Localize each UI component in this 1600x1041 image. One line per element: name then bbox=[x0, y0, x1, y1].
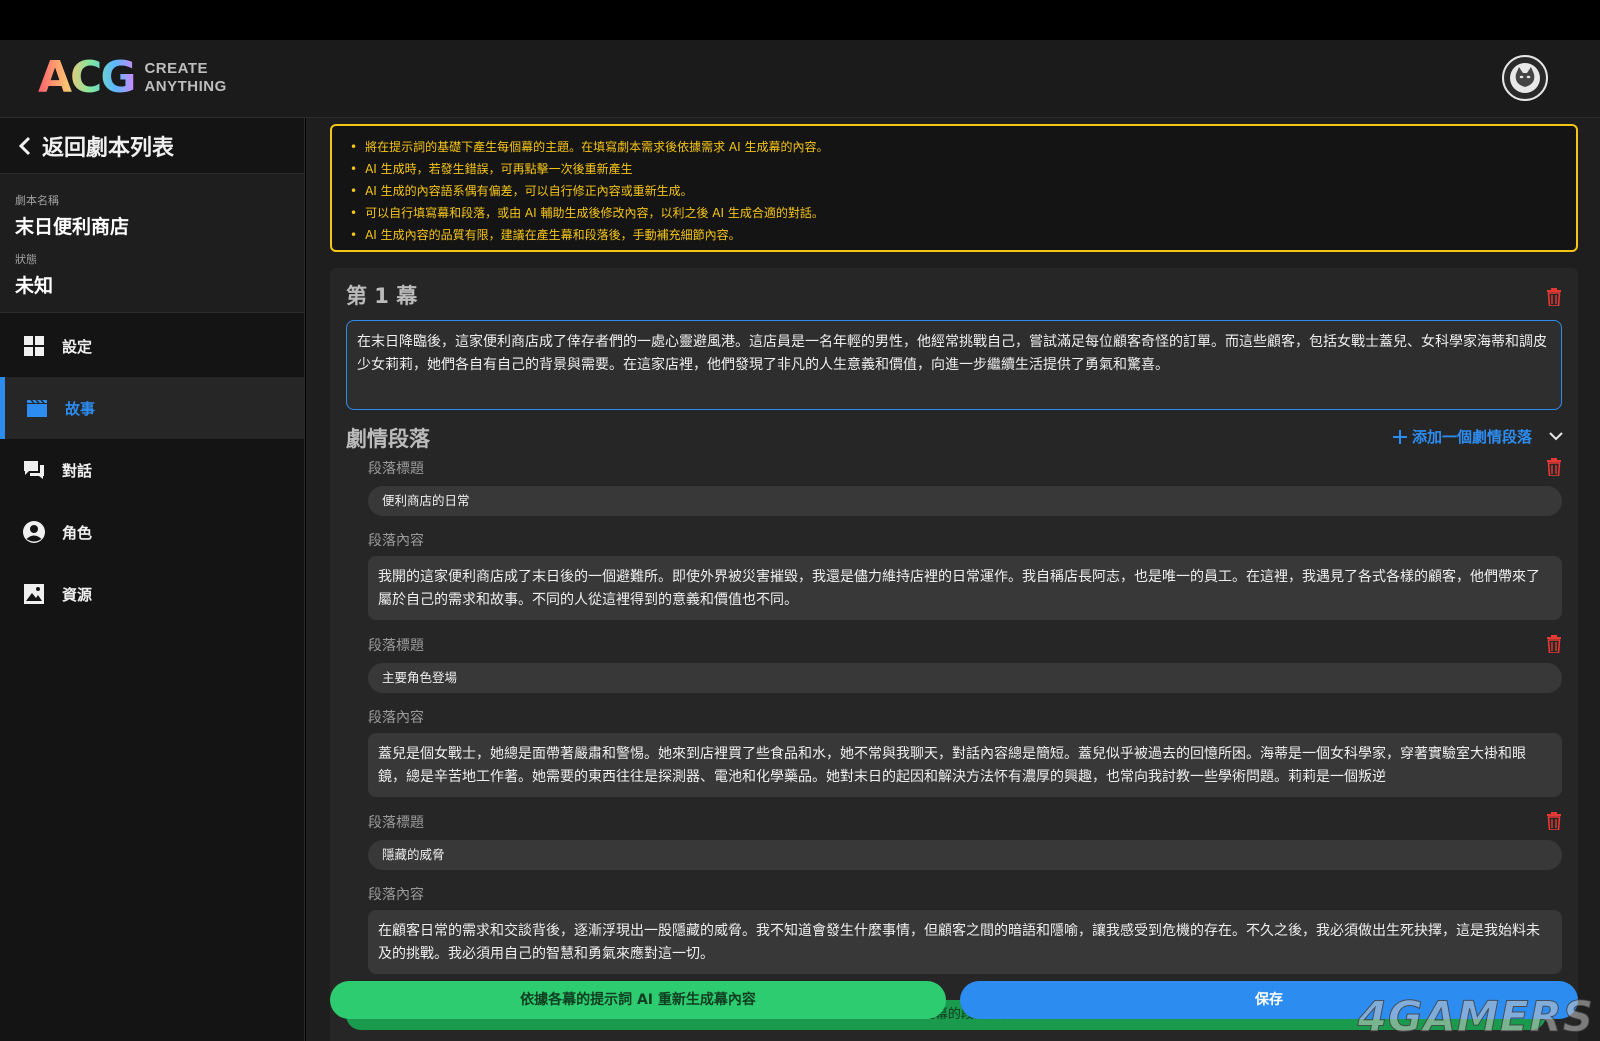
ai-notice-box: 將在提示詞的基礎下產生每個幕的主題。在填寫劇本需求後依據需求 AI 生成幕的內容… bbox=[330, 124, 1578, 252]
notice-item: AI 生成的內容語系偶有偏差，可以自行修正內容或重新生成。 bbox=[350, 180, 1558, 202]
logo-line1: CREATE bbox=[144, 60, 209, 77]
paragraph-title-input[interactable]: 便利商店的日常 bbox=[368, 486, 1562, 516]
back-to-script-list[interactable]: 返回劇本列表 bbox=[0, 118, 304, 174]
paragraph-title-label: 段落標題 bbox=[368, 461, 424, 477]
logo-line2: ANYTHING bbox=[144, 78, 227, 95]
app-header: ACG CREATE ANYTHING bbox=[0, 40, 1600, 118]
paragraph-content-textarea[interactable]: 蓋兒是個女戰士，她總是面帶著嚴肅和警惕。她來到店裡買了些食品和水，她不常與我聊天… bbox=[368, 733, 1562, 797]
paragraph-block: 段落標題 隱藏的威脅 段落內容 在顧客日常的需求和交談背後，逐漸浮現出一股隱藏的… bbox=[368, 812, 1562, 974]
grid-icon bbox=[22, 334, 46, 358]
notice-item: AI 生成時，若發生錯誤，可再點擊一次後重新產生 bbox=[350, 158, 1558, 180]
person-icon bbox=[22, 520, 46, 544]
delete-paragraph-trash-icon[interactable] bbox=[1546, 812, 1562, 830]
plus-icon bbox=[1392, 429, 1407, 444]
paragraph-content-textarea[interactable]: 在顧客日常的需求和交談背後，逐漸浮現出一股隱藏的威脅。我不知道會發生什麼事情，但… bbox=[368, 910, 1562, 974]
paragraph-title-input[interactable]: 隱藏的威脅 bbox=[368, 840, 1562, 870]
paragraph-content-label: 段落內容 bbox=[368, 887, 424, 903]
sidebar-nav: 設定 故事 對話 角色 資源 bbox=[0, 315, 304, 625]
chevron-down-icon[interactable] bbox=[1548, 428, 1564, 444]
act-card: 第 1 幕 在末日降臨後，這家便利商店成了倖存者們的一處心靈避風港。這店員是一名… bbox=[330, 268, 1578, 1041]
logo-mark: ACG bbox=[38, 52, 136, 103]
status-value: 未知 bbox=[15, 275, 54, 297]
logo[interactable]: ACG CREATE ANYTHING bbox=[38, 56, 227, 100]
script-meta: 劇本名稱 末日便利商店 狀態 未知 bbox=[0, 174, 304, 313]
sidebar-item-dialogue[interactable]: 對話 bbox=[0, 439, 304, 501]
notice-item: 將在提示詞的基礎下產生每個幕的主題。在填寫劇本需求後依據需求 AI 生成幕的內容… bbox=[350, 136, 1558, 158]
chat-icon bbox=[22, 458, 46, 482]
cat-avatar-icon bbox=[1510, 63, 1540, 93]
image-icon bbox=[22, 582, 46, 606]
sidebar-item-characters[interactable]: 角色 bbox=[0, 501, 304, 563]
delete-paragraph-trash-icon[interactable] bbox=[1546, 635, 1562, 653]
sidebar-item-label: 對話 bbox=[62, 461, 93, 480]
notice-list: 將在提示詞的基礎下產生每個幕的主題。在填寫劇本需求後依據需求 AI 生成幕的內容… bbox=[350, 136, 1558, 246]
delete-act-trash-icon[interactable] bbox=[1546, 288, 1562, 306]
notice-item: AI 生成內容的品質有限，建議在產生幕和段落後，手動補充細節內容。 bbox=[350, 224, 1558, 246]
act-content-textarea[interactable]: 在末日降臨後，這家便利商店成了倖存者們的一處心靈避風港。這店員是一名年輕的男性，… bbox=[346, 320, 1562, 410]
paragraph-title-label: 段落標題 bbox=[368, 638, 424, 654]
paragraph-content-label: 段落內容 bbox=[368, 533, 424, 549]
delete-paragraph-trash-icon[interactable] bbox=[1546, 458, 1562, 476]
sidebar-item-settings[interactable]: 設定 bbox=[0, 315, 304, 377]
top-black-bar bbox=[0, 0, 1600, 40]
clapperboard-icon bbox=[25, 396, 49, 420]
sidebar-item-assets[interactable]: 資源 bbox=[0, 563, 304, 625]
script-name-label: 劇本名稱 bbox=[15, 194, 59, 207]
user-avatar[interactable] bbox=[1502, 55, 1548, 101]
add-paragraph-label: 添加一個劇情段落 bbox=[1411, 428, 1532, 446]
notice-item: 可以自行填寫幕和段落，或由 AI 輔助生成後修改內容，以利之後 AI 生成合適的… bbox=[350, 202, 1558, 224]
act-title: 第 1 幕 bbox=[346, 284, 418, 308]
chevron-left-icon bbox=[18, 136, 31, 155]
status-label: 狀態 bbox=[15, 253, 37, 266]
paragraph-title-label: 段落標題 bbox=[368, 815, 424, 831]
watermark: 4GAMERS bbox=[1357, 992, 1594, 1041]
paragraph-title-input[interactable]: 主要角色登場 bbox=[368, 663, 1562, 693]
sidebar: 返回劇本列表 劇本名稱 末日便利商店 狀態 未知 設定 故事 對話 角色 資源 bbox=[0, 118, 305, 1041]
logo-text: CREATE ANYTHING bbox=[144, 60, 226, 96]
back-label: 返回劇本列表 bbox=[42, 135, 175, 161]
sidebar-item-story[interactable]: 故事 bbox=[0, 377, 304, 439]
sidebar-item-label: 角色 bbox=[62, 523, 93, 542]
script-name: 末日便利商店 bbox=[15, 216, 130, 238]
main-content: 將在提示詞的基礎下產生每個幕的主題。在填寫劇本需求後依據需求 AI 生成幕的內容… bbox=[306, 118, 1600, 1041]
sidebar-item-label: 資源 bbox=[62, 585, 93, 604]
paragraph-content-label: 段落內容 bbox=[368, 710, 424, 726]
paragraph-content-textarea[interactable]: 我開的這家便利商店成了末日後的一個避難所。即使外界被災害摧毀，我還是儘力維持店裡… bbox=[368, 556, 1562, 620]
sidebar-item-label: 設定 bbox=[62, 337, 93, 356]
add-paragraph-button[interactable]: 添加一個劇情段落 bbox=[1392, 426, 1532, 447]
paragraph-block: 段落標題 便利商店的日常 段落內容 我開的這家便利商店成了末日後的一個避難所。即… bbox=[368, 458, 1562, 620]
sidebar-item-label: 故事 bbox=[65, 399, 96, 418]
ai-regenerate-button[interactable]: 依據各幕的提示詞 AI 重新生成幕內容 bbox=[330, 981, 946, 1019]
plot-section-title: 劇情段落 bbox=[346, 427, 430, 451]
paragraph-block: 段落標題 主要角色登場 段落內容 蓋兒是個女戰士，她總是面帶著嚴肅和警惕。她來到… bbox=[368, 635, 1562, 797]
